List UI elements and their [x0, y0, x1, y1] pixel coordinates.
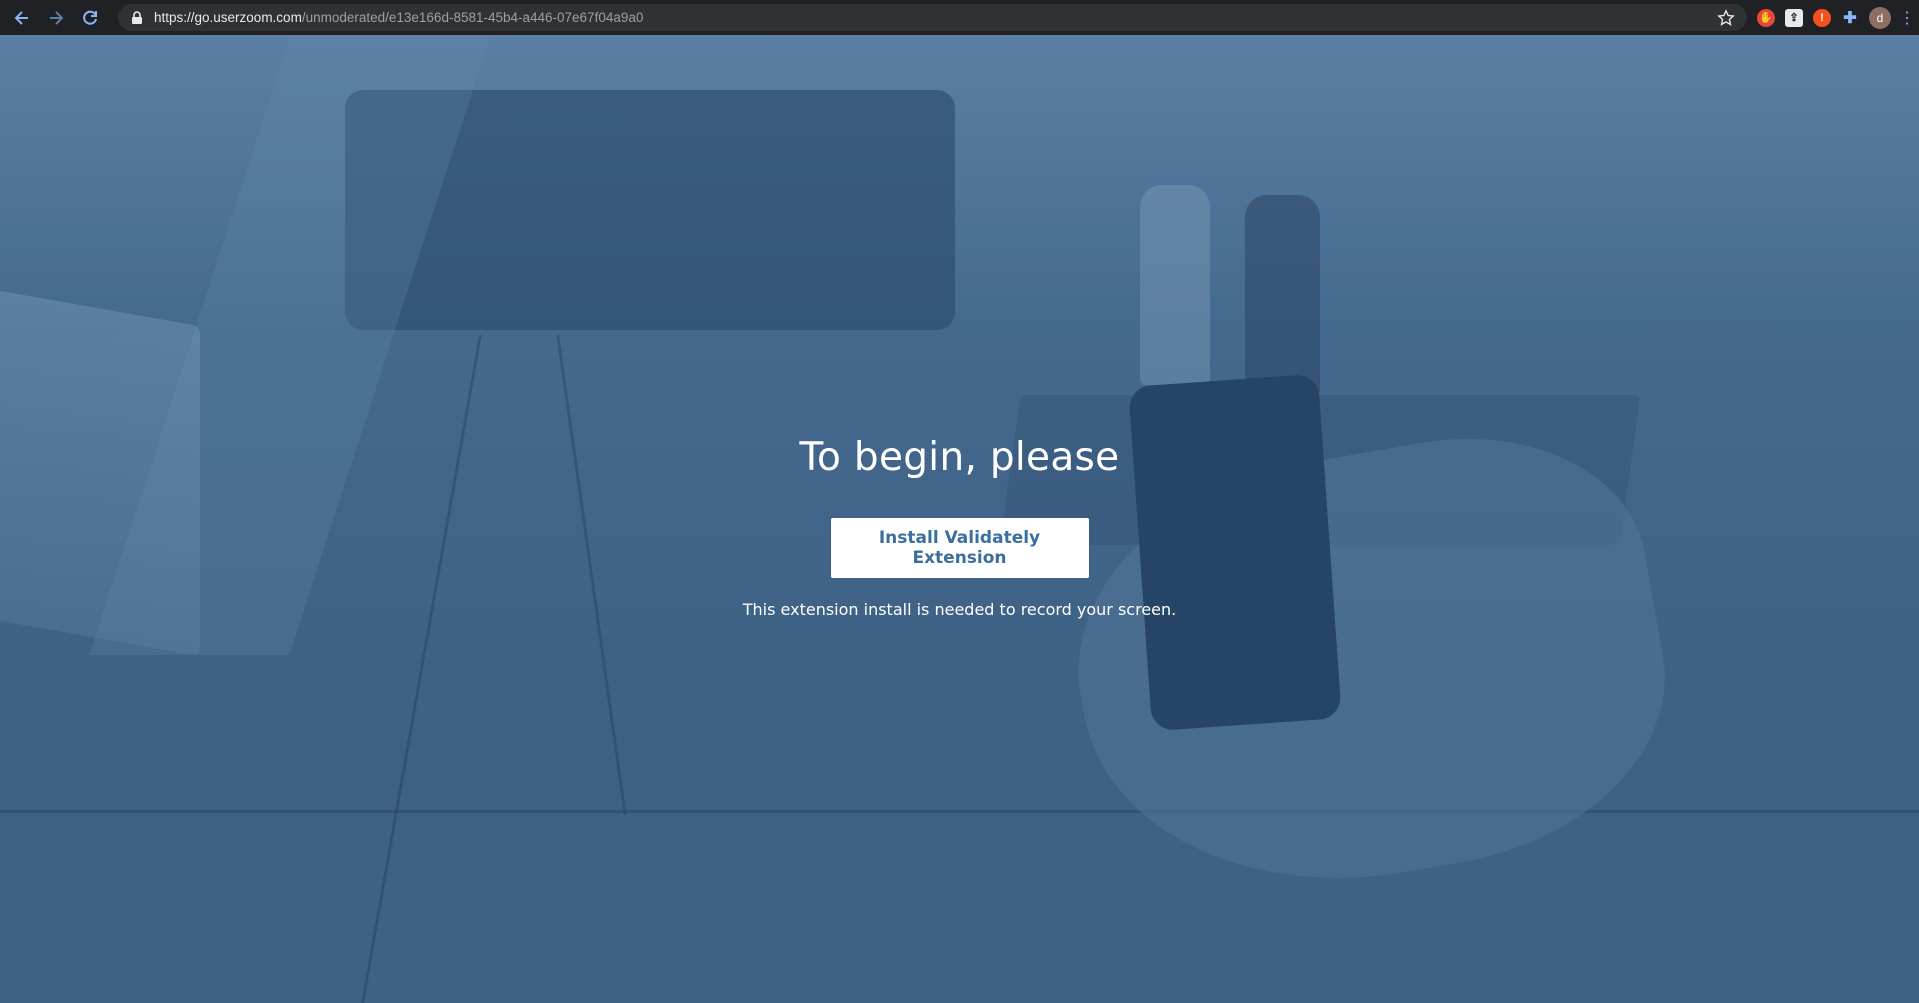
reload-button[interactable] — [76, 4, 104, 32]
main-content: To begin, please Install Validately Exte… — [0, 35, 1919, 1003]
star-icon[interactable] — [1717, 8, 1735, 27]
avatar[interactable]: d — [1869, 6, 1891, 29]
adblock-icon[interactable]: ✋ — [1757, 8, 1775, 27]
back-button[interactable] — [8, 4, 36, 32]
puzzle-icon[interactable]: ✚ — [1841, 9, 1859, 27]
lock-icon — [132, 10, 142, 24]
arrow-left-icon — [14, 10, 28, 25]
url-path: /unmoderated/e13e166d-8581-45b4-a446-07e… — [301, 10, 644, 25]
alert-extension-icon[interactable]: ! — [1813, 8, 1831, 27]
extensions-area: ✋ ⇪ ! ✚ — [1757, 8, 1859, 27]
extension-white-icon[interactable]: ⇪ — [1785, 8, 1803, 27]
forward-button[interactable] — [42, 4, 70, 32]
reload-icon — [83, 10, 97, 25]
url-host: https://go.userzoom.com — [154, 10, 302, 25]
kebab-menu-icon[interactable]: ⋮ — [1899, 8, 1915, 28]
install-extension-button[interactable]: Install Validately Extension — [830, 518, 1089, 578]
arrow-right-icon — [50, 10, 64, 25]
browser-toolbar: https://go.userzoom.com/unmoderated/e13e… — [0, 0, 1919, 35]
install-note: This extension install is needed to reco… — [742, 600, 1177, 619]
page-title: To begin, please — [799, 435, 1120, 480]
address-bar[interactable]: https://go.userzoom.com/unmoderated/e13e… — [118, 4, 1747, 31]
